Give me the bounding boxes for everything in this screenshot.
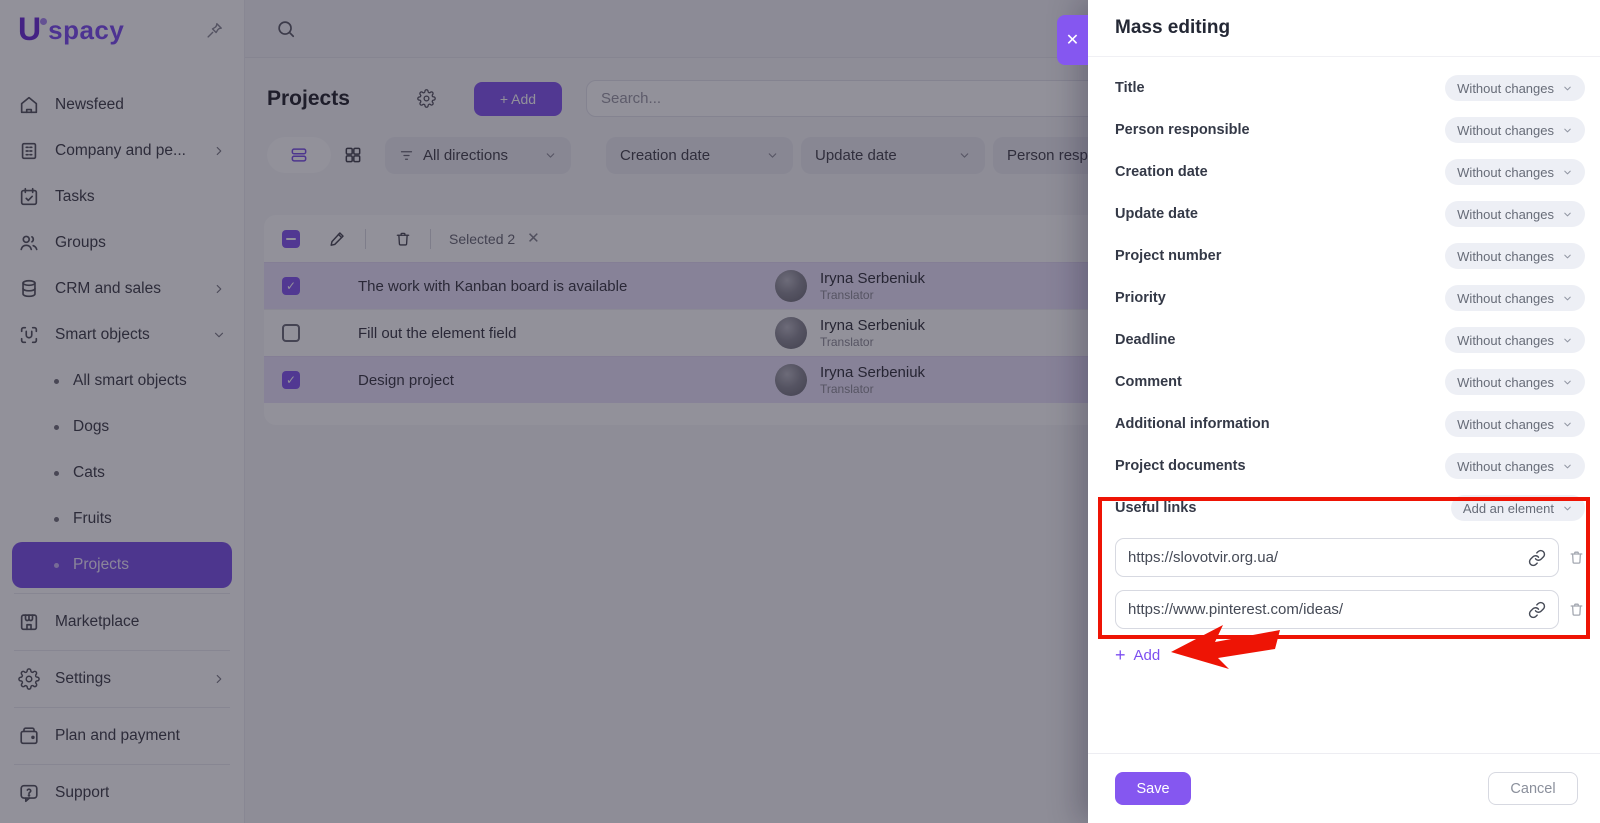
field-row-project-documents: Project documents Without changes (1115, 445, 1585, 487)
plus-icon: + (1115, 648, 1126, 663)
field-dropdown-update-date[interactable]: Without changes (1445, 201, 1585, 227)
chevron-down-icon (1562, 125, 1573, 136)
field-row-person-responsible: Person responsible Without changes (1115, 109, 1585, 151)
add-link-button[interactable]: + Add (1115, 647, 1160, 664)
field-row-deadline: Deadline Without changes (1115, 319, 1585, 361)
field-dropdown-useful-links[interactable]: Add an element (1451, 495, 1585, 521)
panel-footer: Save Cancel (1088, 753, 1600, 823)
chevron-down-icon (1562, 461, 1573, 472)
field-row-additional-information: Additional information Without changes (1115, 403, 1585, 445)
link-input-wrap (1115, 538, 1559, 577)
chevron-down-icon (1562, 377, 1573, 388)
field-dropdown-title[interactable]: Without changes (1445, 75, 1585, 101)
useful-link-row (1115, 590, 1585, 629)
link-input-wrap (1115, 590, 1559, 629)
link-icon[interactable] (1528, 601, 1546, 619)
field-row-comment: Comment Without changes (1115, 361, 1585, 403)
link-icon[interactable] (1528, 549, 1546, 567)
delete-link-trash-icon[interactable] (1568, 601, 1585, 618)
field-dropdown-person-responsible[interactable]: Without changes (1445, 117, 1585, 143)
chevron-down-icon (1562, 209, 1573, 220)
field-dropdown-comment[interactable]: Without changes (1445, 369, 1585, 395)
close-icon: ✕ (1066, 30, 1079, 50)
field-row-update-date: Update date Without changes (1115, 193, 1585, 235)
field-dropdown-additional-information[interactable]: Without changes (1445, 411, 1585, 437)
field-dropdown-project-documents[interactable]: Without changes (1445, 453, 1585, 479)
useful-link-input-2[interactable] (1128, 601, 1520, 618)
field-dropdown-deadline[interactable]: Without changes (1445, 327, 1585, 353)
field-row-project-number: Project number Without changes (1115, 235, 1585, 277)
cancel-button[interactable]: Cancel (1488, 772, 1578, 805)
useful-link-input-1[interactable] (1128, 549, 1520, 566)
chevron-down-icon (1562, 167, 1573, 178)
chevron-down-icon (1562, 335, 1573, 346)
chevron-down-icon (1562, 251, 1573, 262)
delete-link-trash-icon[interactable] (1568, 549, 1585, 566)
field-row-priority: Priority Without changes (1115, 277, 1585, 319)
chevron-down-icon (1562, 293, 1573, 304)
save-button[interactable]: Save (1115, 772, 1191, 805)
close-panel-button[interactable]: ✕ (1057, 15, 1088, 65)
chevron-down-icon (1562, 419, 1573, 430)
useful-link-row (1115, 538, 1585, 577)
field-row-creation-date: Creation date Without changes (1115, 151, 1585, 193)
field-row-useful-links: Useful links Add an element (1115, 487, 1585, 529)
panel-title: Mass editing (1088, 0, 1600, 57)
mass-editing-panel: ✕ Mass editing Title Without changes Per… (1088, 0, 1600, 823)
field-row-title: Title Without changes (1115, 67, 1585, 109)
field-dropdown-priority[interactable]: Without changes (1445, 285, 1585, 311)
field-dropdown-creation-date[interactable]: Without changes (1445, 159, 1585, 185)
field-dropdown-project-number[interactable]: Without changes (1445, 243, 1585, 269)
chevron-down-icon (1562, 503, 1573, 514)
chevron-down-icon (1562, 83, 1573, 94)
